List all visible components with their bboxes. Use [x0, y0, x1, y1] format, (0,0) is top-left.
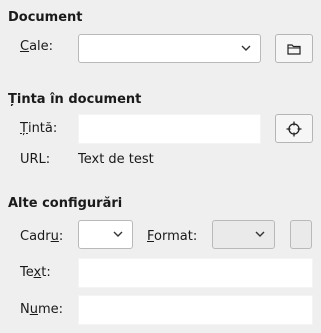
format-label-rest: ormat: — [154, 229, 198, 244]
path-label-rest: ale: — [29, 39, 54, 54]
url-label: URL: — [20, 152, 51, 167]
frame-combobox[interactable] — [78, 220, 133, 249]
chevron-down-icon — [255, 231, 265, 237]
format-combobox[interactable] — [212, 220, 275, 249]
frame-label-mnemonic: u — [50, 229, 59, 244]
name-label-pre: N — [20, 302, 30, 317]
name-label-post: me: — [37, 302, 64, 317]
text-label: Text: — [20, 265, 51, 280]
target-section-title: Ținta în document — [8, 92, 142, 107]
target-input[interactable] — [78, 114, 261, 144]
format-extra-button[interactable] — [290, 220, 312, 249]
document-section-title: Document — [8, 10, 83, 25]
name-label-mnemonic: u — [29, 302, 38, 317]
text-label-post: t: — [41, 265, 51, 280]
path-combobox[interactable] — [78, 34, 261, 63]
crosshair-icon — [286, 121, 302, 136]
name-input[interactable] — [78, 295, 313, 325]
frame-label-pre: Cadr — [20, 229, 51, 244]
browse-button[interactable] — [275, 34, 313, 63]
format-label: Format: — [147, 229, 197, 244]
target-button[interactable] — [275, 114, 313, 143]
path-label: Cale: — [20, 39, 53, 54]
format-label-mnemonic: F — [147, 229, 155, 244]
other-section-title: Alte configurări — [8, 196, 123, 211]
frame-label-post: : — [58, 229, 64, 244]
text-input[interactable] — [78, 258, 313, 288]
chevron-down-icon — [113, 231, 123, 237]
path-label-mnemonic: C — [20, 39, 30, 54]
folder-icon — [287, 43, 301, 55]
target-label-mnemonic: Ț — [20, 121, 28, 136]
chevron-down-icon — [241, 45, 251, 51]
text-label-pre: Te — [20, 265, 34, 280]
target-label: Țintă: — [20, 121, 57, 136]
target-label-rest: intă: — [27, 121, 58, 136]
name-label: Nume: — [20, 302, 63, 317]
url-value: Text de test — [78, 152, 154, 167]
frame-label: Cadru: — [20, 229, 63, 244]
